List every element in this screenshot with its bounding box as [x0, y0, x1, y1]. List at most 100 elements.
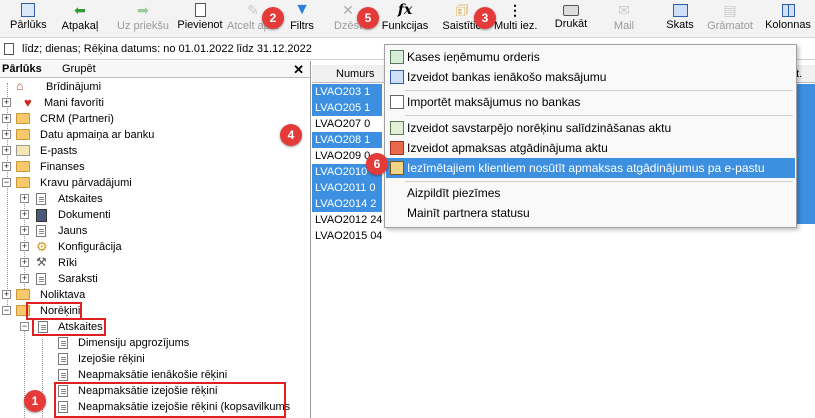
- folder-icon: [16, 289, 30, 300]
- tree-item-unpaid-incoming[interactable]: Neapmaksātie ienākošie rēķini: [0, 367, 300, 383]
- tree-item-documents[interactable]: + Dokumenti: [0, 207, 300, 223]
- forward-button[interactable]: ➡ Uz priekšu: [115, 2, 171, 36]
- menu-item-import-payments[interactable]: Importēt maksājumus no bankas: [386, 92, 795, 112]
- document-icon: [4, 43, 14, 55]
- report-icon: [36, 193, 46, 205]
- expand-icon[interactable]: +: [20, 258, 29, 267]
- grid-row[interactable]: LVAO205 1: [312, 100, 382, 116]
- expand-icon[interactable]: +: [2, 98, 11, 107]
- import-icon: [390, 95, 404, 109]
- menu-item-fill-notes[interactable]: Aizpildīt piezīmes: [386, 183, 795, 203]
- post-button[interactable]: ▤ Grāmatot: [707, 2, 753, 36]
- menu-item-cash-order[interactable]: Kases ieņēmumu orderis: [386, 47, 795, 67]
- functions-icon: fx: [397, 2, 413, 18]
- expand-icon[interactable]: +: [2, 146, 11, 155]
- invoice-number: LVAO208: [315, 134, 362, 146]
- expand-icon[interactable]: +: [2, 162, 11, 171]
- expand-icon[interactable]: +: [20, 210, 29, 219]
- close-panel-icon[interactable]: ✕: [293, 62, 304, 78]
- tree-item-favorites[interactable]: + ♥ Mani favorīti: [0, 95, 300, 111]
- navigation-panel: Pārlūks Grupēt ✕ ⌂ Brīdinājumi + ♥ Mani …: [0, 61, 311, 418]
- report-icon: [58, 337, 68, 349]
- tree-item-lists[interactable]: + Saraksti: [0, 271, 300, 287]
- grid-row[interactable]: LVAO207 0: [312, 116, 382, 132]
- collapse-icon[interactable]: −: [20, 322, 29, 331]
- tab-browser[interactable]: Pārlūks: [2, 63, 42, 75]
- invoice-number: LVAO2010: [315, 166, 368, 178]
- row-extra: 2: [370, 198, 377, 210]
- filter-icon: ▼: [294, 1, 310, 18]
- functions-button[interactable]: fx Funkcijas: [380, 2, 430, 36]
- menu-separator: [405, 115, 793, 116]
- folder-icon: [16, 113, 30, 124]
- tree-item-bank-exchange[interactable]: + Datu apmaiņa ar banku: [0, 127, 300, 143]
- filter-button[interactable]: ▼ Filtrs: [286, 2, 318, 36]
- mail-button[interactable]: ✉ Mail: [610, 2, 638, 36]
- menu-separator: [405, 181, 793, 182]
- tab-group[interactable]: Grupēt: [62, 63, 96, 75]
- tools-icon: ⚒: [36, 255, 47, 269]
- view-button[interactable]: Skats: [664, 2, 696, 36]
- tree-item-tools[interactable]: + ⚒ Rīki: [0, 255, 300, 271]
- tree-item-finance[interactable]: + Finanses: [0, 159, 300, 175]
- step-badge-5: 5: [357, 7, 379, 29]
- invoice-number: LVAO2012: [315, 214, 368, 226]
- row-extra: 1: [364, 86, 371, 98]
- highlight-reports: [32, 318, 106, 336]
- menu-item-reconciliation[interactable]: Izveidot savstarpējo norēķinu salīdzināš…: [386, 118, 795, 138]
- grid-row[interactable]: LVAO2015 04: [312, 228, 382, 244]
- invoice-number: LVAO2014: [315, 198, 368, 210]
- step-badge-6: 6: [366, 153, 388, 175]
- multi-button[interactable]: ⋮ Multi iez.: [494, 2, 537, 36]
- grid-row[interactable]: LVAO2012 24: [312, 212, 382, 228]
- expand-icon[interactable]: +: [20, 274, 29, 283]
- column-number[interactable]: Numurs: [336, 68, 375, 80]
- row-extra: 0: [364, 118, 371, 130]
- tree-item-new[interactable]: + Jauns: [0, 223, 300, 239]
- tree-item-warehouse[interactable]: + Noliktava: [0, 287, 300, 303]
- tree-item-alerts[interactable]: ⌂ Brīdinājumi: [0, 79, 300, 95]
- expand-icon[interactable]: +: [20, 226, 29, 235]
- menu-item-reminder-document[interactable]: Izveidot apmaksas atgādinājuma aktu: [386, 138, 795, 158]
- menu-item-bank-payment[interactable]: Izveidot bankas ienākošo maksājumu: [386, 67, 795, 87]
- menu-item-change-status[interactable]: Mainīt partnera statusu: [386, 203, 795, 223]
- tree-item-freight-reports[interactable]: + Atskaites: [0, 191, 300, 207]
- tree-item-freight[interactable]: − Kravu pārvadājumi: [0, 175, 300, 191]
- tree-item-dimension-turnover[interactable]: Dimensiju apgrozījums: [0, 335, 300, 351]
- row-extra: 24: [370, 214, 383, 226]
- add-button[interactable]: Pievienot: [177, 2, 223, 36]
- menu-separator: [405, 90, 793, 91]
- tree-item-configuration[interactable]: + ⚙ Konfigurācija: [0, 239, 300, 255]
- print-button[interactable]: Drukāt: [553, 2, 589, 36]
- browser-button[interactable]: Pārlūks: [10, 2, 47, 36]
- columns-icon: [781, 4, 795, 17]
- tree-item-email[interactable]: + E-pasts: [0, 143, 300, 159]
- collapse-icon[interactable]: −: [2, 306, 11, 315]
- grid-row[interactable]: LVAO208 1: [312, 132, 382, 148]
- expand-icon[interactable]: +: [2, 114, 11, 123]
- collapse-icon[interactable]: −: [2, 178, 11, 187]
- expand-icon[interactable]: +: [20, 242, 29, 251]
- expand-icon[interactable]: +: [2, 290, 11, 299]
- report-icon: [58, 369, 68, 381]
- grid-row[interactable]: LVAO2011 0: [312, 180, 382, 196]
- row-extra: 04: [370, 230, 383, 242]
- expand-icon[interactable]: +: [20, 194, 29, 203]
- tree-item-outgoing-invoices[interactable]: Izejošie rēķini: [0, 351, 300, 367]
- grid-row[interactable]: LVAO203 1: [312, 84, 382, 100]
- columns-button[interactable]: Kolonnas: [763, 2, 813, 36]
- invoice-number: LVAO2015: [315, 230, 368, 242]
- panel-tabs: Pārlūks Grupēt ✕: [0, 61, 310, 78]
- grid-row[interactable]: LVAO2014 2: [312, 196, 382, 212]
- invoice-number: LVAO2011: [315, 182, 367, 194]
- menu-item-email-reminders[interactable]: Iezīmētajiem klientiem nosūtīt apmaksas …: [386, 158, 795, 178]
- expand-icon[interactable]: +: [2, 130, 11, 139]
- main-toolbar: Pārlūks ⬅ Atpakaļ ➡ Uz priekšu Pievienot…: [0, 0, 815, 38]
- gear-icon: ⚙: [36, 239, 48, 254]
- tree-item-crm[interactable]: + CRM (Partneri): [0, 111, 300, 127]
- back-button[interactable]: ⬅ Atpakaļ: [57, 2, 103, 36]
- step-badge-1: 1: [24, 390, 46, 412]
- documents-icon: [36, 209, 47, 222]
- step-badge-4: 4: [280, 124, 302, 146]
- home-icon: ⌂: [16, 79, 24, 93]
